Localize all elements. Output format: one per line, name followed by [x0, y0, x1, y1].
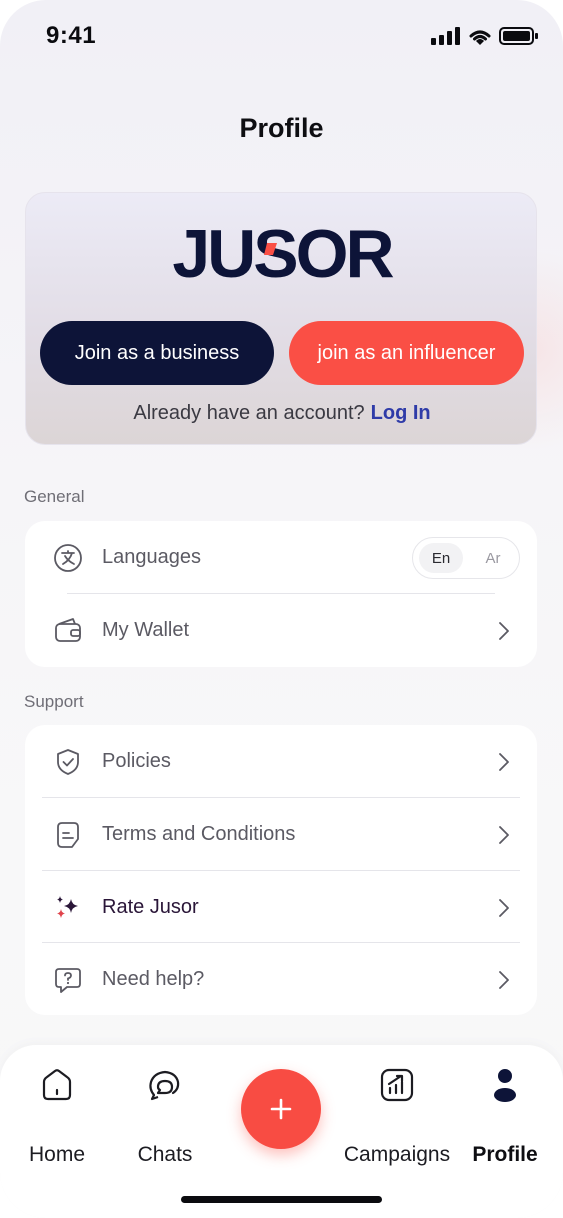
support-card: Policies Terms and Conditions Rate Jusor… [25, 725, 537, 1015]
jusor-logo: JUSOR [172, 221, 396, 283]
tab-profile-label: Profile [472, 1143, 538, 1166]
plus-icon [270, 1098, 292, 1120]
status-bar: 9:41 [0, 0, 563, 70]
chevron-right-icon [499, 622, 509, 640]
chevron-right-icon [499, 971, 509, 989]
languages-label: Languages [102, 546, 201, 568]
phone-screen: 9:41 Profile JUSOR Join as a business jo… [0, 0, 563, 1218]
tab-home-label: Home [28, 1143, 86, 1166]
home-indicator[interactable] [181, 1196, 382, 1203]
account-prompt-row: Already have an account? Log In [26, 402, 538, 425]
language-toggle[interactable]: En Ar [412, 537, 520, 579]
translate-icon [54, 544, 82, 572]
join-card: JUSOR Join as a business join as an infl… [25, 192, 537, 445]
wallet-icon [55, 618, 81, 642]
shield-check-icon [57, 749, 79, 775]
help-label: Need help? [102, 968, 205, 990]
home-icon [42, 1069, 72, 1101]
support-section-label: Support [24, 692, 84, 711]
create-fab-button[interactable] [241, 1069, 321, 1149]
chat-bubbles-icon [149, 1070, 180, 1101]
chevron-right-icon [499, 899, 509, 917]
join-business-button[interactable]: Join as a business [40, 321, 274, 385]
terms-row[interactable]: Terms and Conditions [25, 798, 537, 870]
status-icons [431, 26, 539, 46]
signal-icon [431, 27, 460, 45]
tab-chats-label: Chats [137, 1143, 193, 1166]
rate-row[interactable]: Rate Jusor [25, 871, 537, 943]
tab-chats[interactable]: Chats [105, 1065, 225, 1175]
chart-growth-icon [380, 1068, 414, 1102]
terms-label: Terms and Conditions [102, 823, 296, 845]
wifi-icon [469, 30, 491, 45]
page-title: Profile [239, 113, 324, 143]
battery-icon [499, 27, 538, 45]
sparkles-icon [57, 896, 78, 918]
user-icon [494, 1069, 516, 1102]
status-time: 9:41 [46, 22, 97, 49]
languages-row[interactable]: Languages En Ar [25, 521, 537, 593]
rate-label: Rate Jusor [102, 896, 199, 918]
language-option-ar[interactable]: Ar [473, 543, 513, 573]
login-link[interactable]: Log In [371, 402, 431, 424]
tab-campaigns-label: Campaigns [343, 1143, 451, 1166]
logo-text: JUSOR [172, 221, 393, 283]
wallet-row[interactable]: My Wallet [25, 594, 537, 666]
tab-home[interactable]: Home [0, 1065, 117, 1175]
chevron-right-icon [499, 826, 509, 844]
document-icon [57, 822, 79, 848]
general-section-label: General [24, 487, 85, 506]
language-option-en[interactable]: En [419, 543, 463, 573]
account-prompt-text: Already have an account? [133, 402, 365, 424]
help-row[interactable]: Need help? [25, 943, 537, 1015]
tab-profile[interactable]: Profile [445, 1065, 563, 1175]
help-chat-icon [55, 968, 81, 993]
policies-label: Policies [102, 750, 171, 772]
general-card: Languages En Ar My Wallet [25, 521, 537, 667]
join-influencer-button[interactable]: join as an influencer [289, 321, 524, 385]
wallet-label: My Wallet [102, 619, 190, 641]
chevron-right-icon [499, 753, 509, 771]
tab-campaigns[interactable]: Campaigns [337, 1065, 457, 1175]
policies-row[interactable]: Policies [25, 725, 537, 797]
